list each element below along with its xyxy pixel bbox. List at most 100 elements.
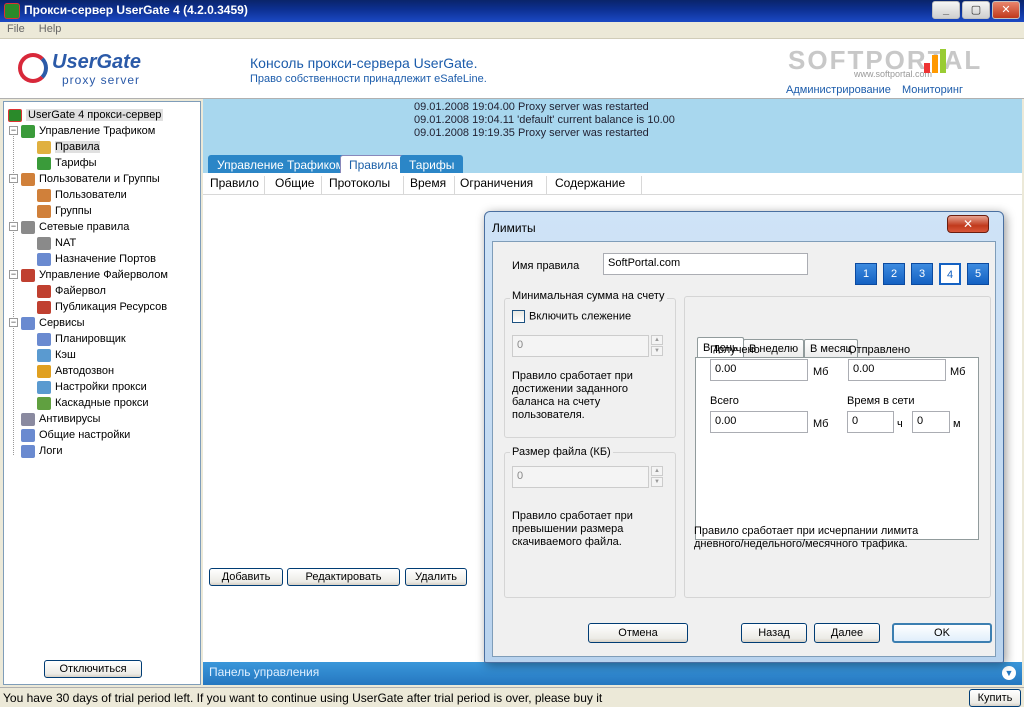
col-limits[interactable]: Ограничения [455,176,547,194]
tree-item[interactable]: Группы [37,203,92,219]
tree-item-label: Пользователи [55,189,127,201]
tree-item[interactable]: Логи [21,443,63,459]
maximize-button[interactable]: ▢ [962,1,990,19]
link-administration[interactable]: Администрирование [786,84,891,96]
tree-item-label: Планировщик [55,333,126,345]
link-monitoring[interactable]: Мониторинг [902,84,963,96]
min-sum-title: Минимальная сумма на счету [510,290,667,302]
add-button[interactable]: Добавить [209,568,283,586]
tariffs-icon [37,156,51,170]
collapse-toggle-icon[interactable]: − [9,126,18,135]
tree-item-label: Общие настройки [39,429,131,441]
menu-file[interactable]: File [3,22,29,36]
tree-item-label: Сервисы [39,317,85,329]
total-input[interactable]: 0.00 [710,411,808,433]
tab-traffic-management[interactable]: Управление Трафиком [208,155,353,173]
delete-button[interactable]: Удалить [405,568,467,586]
trial-status-text: You have 30 days of trial period left. I… [3,691,603,705]
buy-button[interactable]: Купить [969,689,1021,707]
collapse-toggle-icon[interactable]: − [9,222,18,231]
ok-button[interactable]: OK [892,623,992,643]
navigation-tree: UserGate 4 прокси-сервер − Управление Тра… [3,101,201,685]
tree-item[interactable]: Пользователи [37,187,127,203]
collapse-toggle-icon[interactable]: − [9,318,18,327]
window-title: Прокси-сервер UserGate 4 (4.2.0.3459) [24,3,248,17]
collapse-toggle-icon[interactable]: − [9,174,18,183]
control-panel-label: Панель управления [209,665,320,679]
hours-input[interactable]: 0 [847,411,894,433]
event-log: 09.01.2008 19:04.00 Proxy server was res… [203,99,1022,147]
tree-item-label: Управление Файерволом [39,269,168,281]
edit-button[interactable]: Редактировать [287,568,400,586]
tree-item[interactable]: − Сетевые правила [9,219,129,235]
enable-tracking-checkbox[interactable] [512,310,525,323]
traffic-icon [21,124,35,138]
dialog-close-icon[interactable]: ✕ [947,215,989,233]
sent-input[interactable]: 0.00 [848,359,946,381]
min-sum-description: Правило сработает при достижении заданно… [512,370,633,421]
min-sum-spinner[interactable]: ▲ ▼ [651,335,663,357]
control-panel-bar[interactable]: Панель управления ▼ [203,662,1022,685]
log-line: 09.01.2008 19:19.35 Proxy server was res… [414,127,649,139]
tree-item[interactable]: Правила [37,139,100,155]
tree-item[interactable]: Общие настройки [21,427,130,443]
title-bar: Прокси-сервер UserGate 4 (4.2.0.3459) _ … [0,0,1024,22]
file-size-spinner[interactable]: ▲ ▼ [651,466,663,488]
step-2-button[interactable]: 2 [883,263,905,285]
step-1-button[interactable]: 1 [855,263,877,285]
col-time[interactable]: Время [405,176,455,194]
watermark-url: www.softportal.com [854,69,933,79]
tree-item[interactable]: Настройки прокси [37,379,147,395]
tree-item-label: Правила [55,141,100,153]
minutes-input[interactable]: 0 [912,411,950,433]
network-rules-icon [21,220,35,234]
min-sum-input[interactable]: 0 [512,335,649,357]
tree-item[interactable]: Публикация Ресурсов [37,299,167,315]
tree-item[interactable]: NAT [37,235,76,251]
disconnect-button[interactable]: Отключиться [44,660,142,678]
step-5-button[interactable]: 5 [967,263,989,285]
tab-tariffs[interactable]: Тарифы [400,155,464,173]
menu-help[interactable]: Help [35,22,66,36]
enable-tracking-row[interactable]: Включить слежение [512,310,631,323]
close-button[interactable]: ✕ [992,1,1020,19]
tree-item[interactable]: − Пользователи и Группы [9,171,160,187]
file-size-input[interactable]: 0 [512,466,649,488]
next-button[interactable]: Далее [814,623,880,643]
tree-item[interactable]: Каскадные прокси [37,395,149,411]
file-size-title: Размер файла (КБ) [510,446,613,458]
tree-item[interactable]: Файервол [37,283,106,299]
col-content[interactable]: Содержание [550,176,642,194]
step-4-button[interactable]: 4 [939,263,961,285]
chevron-down-icon[interactable]: ▼ [1002,666,1016,680]
tree-item[interactable]: − Управление Трафиком [9,123,155,139]
cancel-button[interactable]: Отмена [588,623,688,643]
total-label: Всего [710,395,739,407]
col-rule[interactable]: Правило [205,176,265,194]
col-general[interactable]: Общие [270,176,322,194]
tree-item-label: Антивирусы [39,413,101,425]
cache-icon [37,348,51,362]
minimize-button[interactable]: _ [932,1,960,19]
rule-name-label: Имя правила [512,260,580,272]
tree-root[interactable]: UserGate 4 прокси-сервер [8,107,164,123]
tree-item[interactable]: Назначение Портов [37,251,156,267]
usergate-logo: UserGate proxy server [18,47,158,89]
tree-item[interactable]: Автодозвон [37,363,114,379]
tree-item[interactable]: Тарифы [37,155,97,171]
tree-item[interactable]: Антивирусы [21,411,100,427]
received-input[interactable]: 0.00 [710,359,808,381]
collapse-toggle-icon[interactable]: − [9,270,18,279]
tab-rules[interactable]: Правила [340,155,407,173]
tree-item[interactable]: − Управление Файерволом [9,267,168,283]
firewall-manage-icon [21,268,35,282]
tree-item[interactable]: Планировщик [37,331,126,347]
step-3-button[interactable]: 3 [911,263,933,285]
rule-name-input[interactable]: SoftPortal.com [603,253,808,275]
col-protocols[interactable]: Протоколы [324,176,404,194]
tree-item[interactable]: Кэш [37,347,76,363]
enable-tracking-label: Включить слежение [529,310,632,323]
back-button[interactable]: Назад [741,623,807,643]
traffic-description: Правило сработает при исчерпании лимита … [694,525,919,550]
tree-item[interactable]: − Сервисы [9,315,85,331]
